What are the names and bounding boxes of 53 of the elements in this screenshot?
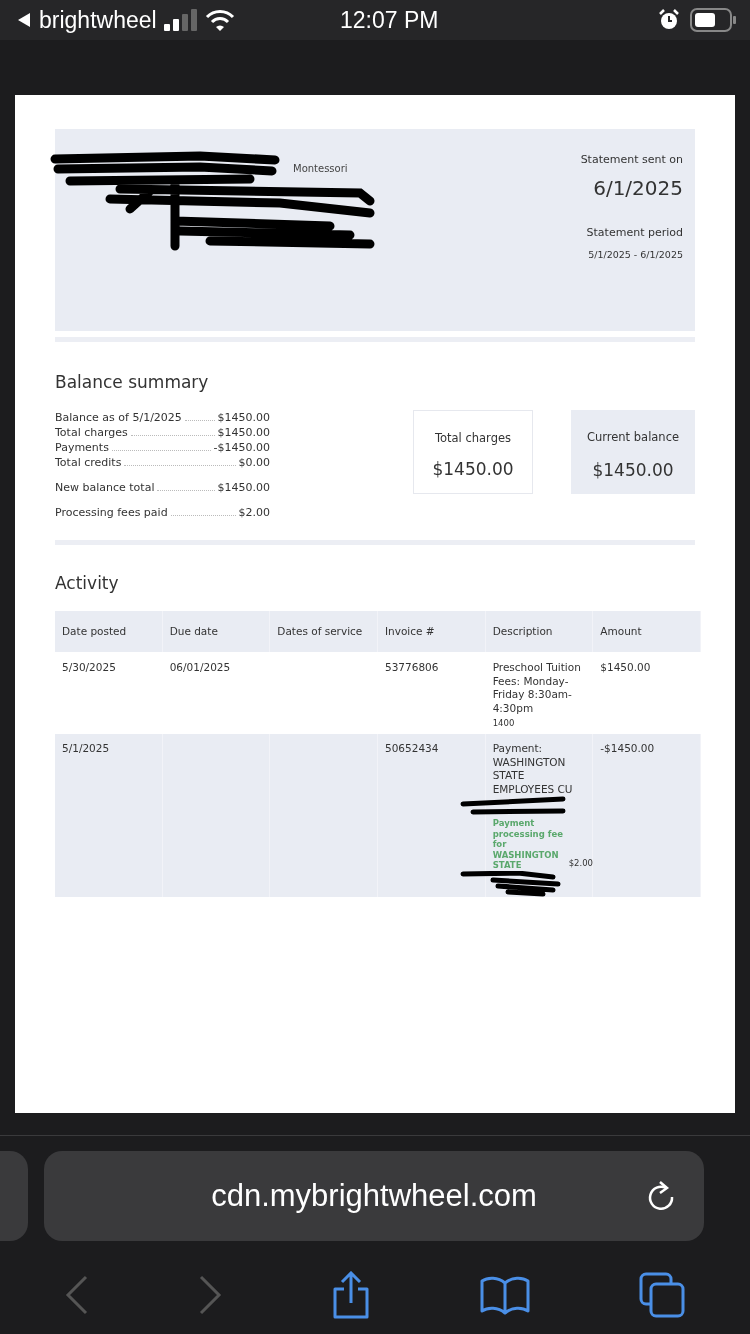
table-cell-text: Preschool Tuition Fees: Monday-Friday 8:30am-4:30pm [492, 661, 582, 715]
card-label: Total charges [434, 431, 512, 445]
column-header: Description [492, 626, 553, 637]
statement-period: 5/1/2025 - 6/1/2025 [588, 249, 683, 260]
signal-icon [163, 9, 198, 31]
alarm-clock-icon [658, 9, 680, 31]
wifi-icon [204, 9, 235, 31]
card-label: Current balance [586, 430, 680, 444]
table-cell-text: -$1450.00 [600, 742, 656, 756]
reload-icon [646, 1180, 676, 1212]
summary-value: $2.00 [238, 505, 270, 520]
url-text: cdn.mybrightwheel.com [211, 1178, 537, 1214]
fee-amount: $2.00 [568, 857, 593, 870]
summary-value: $1450.00 [217, 480, 270, 495]
section-title: Activity [55, 573, 120, 593]
card-value: $1450.00 [592, 460, 674, 480]
table-cell-text: Payment: WASHINGTON STATE EMPLOYEES CU [492, 742, 574, 796]
summary-label: Balance as of 5/1/2025 [55, 410, 182, 425]
statement-period-label: Statement period [586, 226, 683, 239]
description-note: 1400 [492, 717, 516, 730]
fee-description: Payment processing fee for WASHINGTON STATE [492, 818, 564, 871]
school-name: Montessori [293, 163, 348, 175]
statement-sent-label: Statement sent on [580, 153, 683, 166]
column-header: Date posted [62, 626, 127, 637]
column-header: Due date [169, 626, 218, 637]
summary-label: Total charges [55, 425, 128, 440]
summary-label: Total credits [55, 455, 122, 470]
summary-value: -$1450.00 [213, 440, 270, 455]
table-cell-text: 53776806 [385, 661, 440, 675]
statement-sent-date: 6/1/2025 [593, 176, 683, 200]
table-cell-text: 5/1/2025 [62, 742, 111, 756]
table-cell-text: $1450.00 [600, 661, 652, 675]
clock-time: 12:07 PM [339, 6, 440, 34]
column-header: Dates of service [277, 626, 363, 637]
table-cell-text: 50652434 [385, 742, 440, 756]
summary-label: Payments [55, 440, 109, 455]
back-app-label[interactable]: brightwheel [39, 6, 157, 34]
tabs-button[interactable] [639, 1272, 686, 1318]
summary-value: $1450.00 [217, 425, 270, 440]
battery-icon [690, 8, 736, 32]
card-value: $1450.00 [432, 459, 514, 479]
table-cell-text: 5/30/2025 [62, 661, 117, 675]
summary-label: Processing fees paid [55, 505, 168, 520]
section-title: Balance summary [55, 372, 210, 392]
back-triangle-icon [16, 12, 32, 28]
summary-value: $0.00 [238, 455, 270, 470]
column-header: Invoice # [385, 626, 435, 637]
summary-value: $1450.00 [217, 410, 270, 425]
bookmarks-button[interactable] [480, 1275, 531, 1315]
column-header: Amount [600, 626, 642, 637]
table-cell-text: 06/01/2025 [169, 661, 232, 675]
address-bar[interactable]: cdn.mybrightwheel.com [44, 1151, 704, 1241]
summary-label: New balance total [55, 480, 155, 495]
